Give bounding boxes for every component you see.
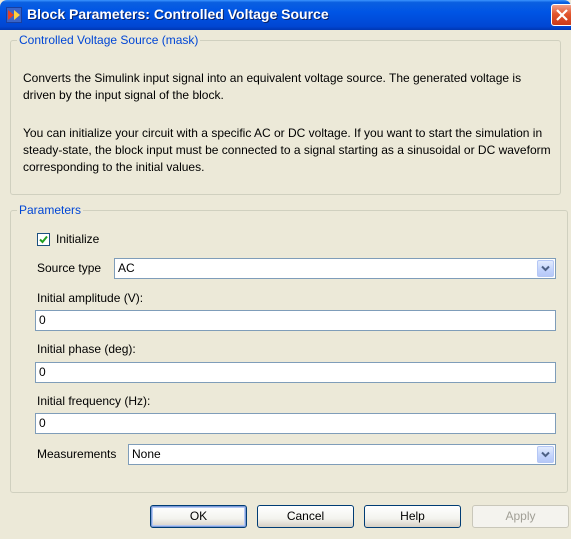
description-paragraph-1: Converts the Simulink input signal into … [23,71,522,102]
close-button[interactable] [551,4,571,26]
window-title: Block Parameters: Controlled Voltage Sou… [27,6,329,22]
initial-phase-value: 0 [39,365,46,379]
initial-frequency-field[interactable]: 0 [35,413,556,434]
measurements-value: None [132,447,161,461]
initial-frequency-value: 0 [39,416,46,430]
initial-phase-field[interactable]: 0 [35,362,556,383]
parameters-group-legend: Parameters [17,203,84,217]
cancel-button[interactable]: Cancel [257,505,354,528]
initialize-checkbox[interactable] [37,233,50,246]
description-paragraph-2: You can initialize your circuit with a s… [23,126,551,174]
source-type-value: AC [118,261,135,275]
mask-group-legend: Controlled Voltage Source (mask) [17,33,201,47]
measurements-label: Measurements [37,447,117,461]
initialize-label[interactable]: Initialize [56,232,99,246]
measurements-select[interactable]: None [128,444,556,465]
help-button[interactable]: Help [364,505,461,528]
chevron-down-icon[interactable] [537,260,554,277]
initial-amplitude-field[interactable]: 0 [35,310,556,331]
ok-button[interactable]: OK [150,505,247,528]
title-bar[interactable]: Block Parameters: Controlled Voltage Sou… [0,0,571,30]
initial-phase-label: Initial phase (deg): [37,342,136,356]
initial-frequency-label: Initial frequency (Hz): [37,394,151,408]
block-parameters-dialog: Block Parameters: Controlled Voltage Sou… [0,0,571,539]
source-type-label: Source type [37,261,102,275]
initial-amplitude-value: 0 [39,313,46,327]
source-type-select[interactable]: AC [114,258,556,279]
chevron-down-icon[interactable] [537,446,554,463]
initial-amplitude-label: Initial amplitude (V): [37,291,144,305]
apply-button[interactable]: Apply [472,505,569,528]
simulink-block-icon [6,7,22,23]
